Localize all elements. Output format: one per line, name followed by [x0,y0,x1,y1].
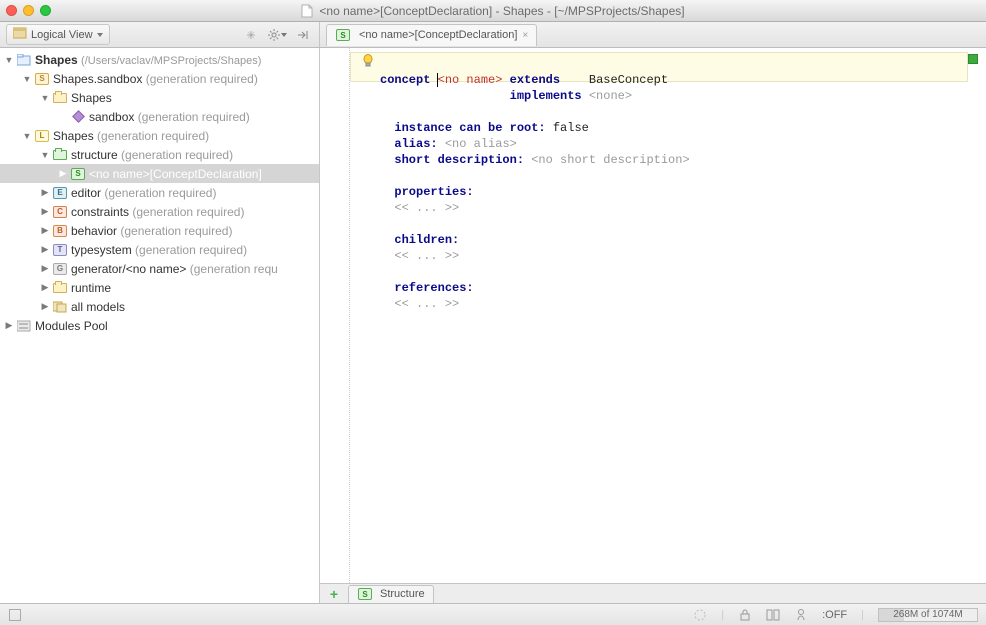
tree-label: typesystem (generation required) [71,243,247,257]
tree-sandbox-sol[interactable]: S Shapes.sandbox (generation required) [0,69,319,88]
project-icon [16,52,32,68]
structure-folder-icon [52,147,68,163]
gear-icon[interactable] [267,25,287,45]
bg-tasks-icon[interactable] [693,608,707,622]
tree-behavior[interactable]: B behavior (generation required) [0,221,319,240]
window-controls [6,5,51,16]
power-save-label[interactable]: :OFF [822,609,847,621]
tree-label: Shapes (generation required) [53,129,209,143]
chevron-down-icon[interactable] [22,74,32,84]
tree-constraints[interactable]: C constraints (generation required) [0,202,319,221]
tree-label: structure (generation required) [71,148,233,162]
editor-tab-label: <no name>[ConceptDeclaration] [359,29,517,41]
structure-tab[interactable]: S Structure [348,585,434,603]
tree-label: editor (generation required) [71,186,216,200]
tree-runtime[interactable]: runtime [0,278,319,297]
chevron-right-icon[interactable] [40,187,50,198]
close-window-icon[interactable] [6,5,17,16]
tree-label: behavior (generation required) [71,224,232,238]
tree-generator[interactable]: G generator/<no name> (generation requ [0,259,319,278]
close-tab-icon[interactable]: × [522,30,528,41]
tree-label: sandbox (generation required) [89,110,250,124]
editor-bottom-tabs: + S Structure [320,583,986,603]
tree-label: generator/<no name> (generation requ [71,262,278,276]
chevron-down-icon[interactable] [40,150,50,160]
file-icon [301,4,313,18]
tree-label: all models [71,300,125,314]
chevron-right-icon[interactable] [4,320,14,331]
collapse-icon[interactable] [241,25,261,45]
separator: | [861,609,864,621]
chevron-right-icon[interactable] [40,206,50,217]
tool-windows-icon[interactable] [8,608,22,622]
chevron-down-icon[interactable] [4,55,14,65]
constraints-aspect-icon: C [52,204,68,220]
add-aspect-button[interactable]: + [326,586,342,602]
tree-language[interactable]: L Shapes (generation required) [0,126,319,145]
chevron-right-icon[interactable] [40,263,50,274]
tree-modules-pool[interactable]: Modules Pool [0,316,319,335]
concept-icon: S [70,166,86,182]
memory-label: 268M of 1074M [893,609,963,620]
main-area: Shapes (/Users/vaclav/MPSProjects/Shapes… [0,48,986,603]
tree-editor[interactable]: E editor (generation required) [0,183,319,202]
chevron-right-icon[interactable] [40,244,50,255]
tree-root[interactable]: Shapes (/Users/vaclav/MPSProjects/Shapes… [0,50,319,69]
window-title: <no name>[ConceptDeclaration] - Shapes -… [0,4,986,18]
logical-view-dropdown[interactable]: Logical View [6,24,110,45]
zoom-window-icon[interactable] [40,5,51,16]
generator-aspect-icon: G [52,261,68,277]
mps-icon[interactable] [766,608,780,622]
editor-body[interactable]: concept <no name> extends BaseConcept im… [320,48,986,583]
tree-label: <no name>[ConceptDeclaration] [89,167,262,181]
statusbar: | :OFF | 268M of 1074M [0,603,986,625]
tree-label: constraints (generation required) [71,205,244,219]
toolbar: Logical View S <no name>[ConceptDeclarat… [0,22,986,48]
tree-folder-shapes[interactable]: Shapes [0,88,319,107]
tree-label: runtime [71,281,111,295]
solution-icon: S [34,71,50,87]
tree-structure[interactable]: structure (generation required) [0,145,319,164]
structure-tab-label: Structure [380,588,425,600]
concept-icon: S [357,586,373,602]
tree-concept-node[interactable]: S <no name>[ConceptDeclaration] [0,164,319,183]
tree-label: Shapes [71,91,112,105]
chevron-down-icon[interactable] [40,93,50,103]
editor-area: concept <no name> extends BaseConcept im… [320,48,986,603]
chevron-right-icon[interactable] [58,168,68,179]
logical-view-label: Logical View [31,29,93,41]
chevron-right-icon[interactable] [40,301,50,312]
models-icon [52,299,68,315]
tree-root-label: Shapes (/Users/vaclav/MPSProjects/Shapes… [35,53,261,67]
separator: | [721,609,724,621]
tree-label: Shapes.sandbox (generation required) [53,72,258,86]
language-icon: L [34,128,50,144]
typesystem-aspect-icon: T [52,242,68,258]
editor-tab[interactable]: S <no name>[ConceptDeclaration] × [326,24,537,46]
titlebar: <no name>[ConceptDeclaration] - Shapes -… [0,0,986,22]
project-tree[interactable]: Shapes (/Users/vaclav/MPSProjects/Shapes… [0,48,320,603]
tree-typesystem[interactable]: T typesystem (generation required) [0,240,319,259]
hector-icon[interactable] [794,608,808,622]
tree-allmodels[interactable]: all models [0,297,319,316]
folder-icon [52,280,68,296]
chevron-right-icon[interactable] [40,225,50,236]
lock-icon[interactable] [738,608,752,622]
code-content[interactable]: concept <no name> extends BaseConcept im… [320,52,986,312]
hide-panel-icon[interactable] [293,25,313,45]
modules-pool-icon [16,318,32,334]
project-view-icon [13,27,27,42]
chevron-down-icon[interactable] [22,131,32,141]
concept-icon: S [335,27,351,43]
tree-label: Modules Pool [35,319,108,333]
minimize-window-icon[interactable] [23,5,34,16]
model-icon [70,109,86,125]
editor-aspect-icon: E [52,185,68,201]
memory-indicator[interactable]: 268M of 1074M [878,608,978,622]
folder-icon [52,90,68,106]
tree-model-sandbox[interactable]: sandbox (generation required) [0,107,319,126]
behavior-aspect-icon: B [52,223,68,239]
chevron-down-icon [97,33,103,37]
chevron-right-icon[interactable] [40,282,50,293]
